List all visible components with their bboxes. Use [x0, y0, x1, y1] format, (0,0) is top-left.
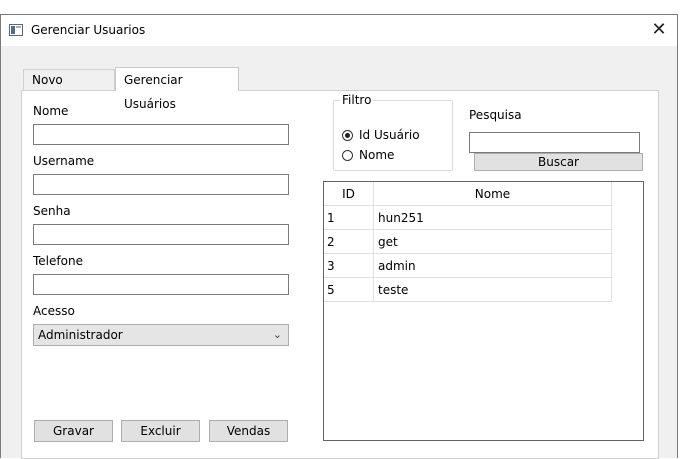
buscar-button[interactable]: Buscar: [474, 153, 643, 171]
app-window-icon: [9, 24, 23, 36]
vendas-button[interactable]: Vendas: [209, 420, 288, 442]
acesso-label: Acesso: [33, 304, 75, 318]
telefone-field[interactable]: [33, 274, 289, 295]
cell-nome[interactable]: admin: [373, 253, 612, 278]
chevron-down-icon: ⌄: [272, 328, 282, 341]
cell-nome[interactable]: hun251: [373, 205, 612, 230]
senha-label: Senha: [33, 204, 71, 218]
table-row[interactable]: 1 hun251: [324, 205, 612, 230]
search-input[interactable]: [469, 132, 640, 153]
username-label: Username: [33, 154, 95, 168]
filter-title: Filtro: [340, 93, 374, 107]
cell-nome[interactable]: get: [373, 229, 612, 254]
telefone-label: Telefone: [33, 254, 83, 268]
filter-groupbox: Filtro Id Usuário Nome: [333, 93, 453, 171]
gravar-button[interactable]: Gravar: [34, 420, 113, 442]
radio-button-checked: [342, 129, 353, 141]
radio-nome[interactable]: Nome: [342, 147, 394, 163]
radio-nome-label: Nome: [359, 148, 395, 162]
user-management-window: Gerenciar Usuarios ✕ Novo Usuário Gerenc…: [0, 14, 678, 459]
table-row[interactable]: 2 get: [324, 229, 612, 254]
tab-gerenciar-usuarios[interactable]: Gerenciar Usuários: [115, 67, 239, 111]
column-header-id[interactable]: ID: [324, 182, 374, 206]
radio-id-usuario[interactable]: Id Usuário: [342, 127, 420, 143]
window-title: Gerenciar Usuarios: [31, 23, 146, 37]
column-header-nome[interactable]: Nome: [373, 182, 612, 206]
acesso-select[interactable]: Administrador ⌄: [33, 324, 289, 346]
cell-id[interactable]: 2: [324, 229, 374, 254]
acesso-selected-value: Administrador: [38, 328, 123, 342]
cell-id[interactable]: 3: [324, 253, 374, 278]
radio-id-usuario-label: Id Usuário: [359, 128, 420, 142]
nome-label: Nome: [33, 104, 69, 118]
table-row[interactable]: 3 admin: [324, 253, 612, 278]
title-bar: Gerenciar Usuarios ✕: [1, 15, 677, 46]
tab-page-gerenciar: Nome Username Senha Telefone Acesso Admi…: [21, 90, 659, 459]
cell-id[interactable]: 1: [324, 205, 374, 230]
cell-nome[interactable]: teste: [373, 277, 612, 302]
username-field[interactable]: [33, 174, 289, 195]
nome-field[interactable]: [33, 124, 289, 145]
users-grid[interactable]: ID Nome 1 hun251 2 get 3 admin 5 teste: [323, 181, 644, 441]
radio-button-unchecked: [342, 149, 353, 161]
cell-id[interactable]: 5: [324, 277, 374, 302]
excluir-button[interactable]: Excluir: [121, 420, 200, 442]
senha-field[interactable]: [33, 224, 289, 245]
close-icon[interactable]: ✕: [641, 15, 677, 46]
table-row[interactable]: 5 teste: [324, 277, 612, 302]
tab-novo-usuario[interactable]: Novo Usuário: [23, 69, 115, 108]
pesquisa-label: Pesquisa: [469, 108, 522, 122]
table-header-row: ID Nome: [324, 182, 612, 206]
users-table: ID Nome 1 hun251 2 get 3 admin 5 teste: [324, 182, 612, 302]
